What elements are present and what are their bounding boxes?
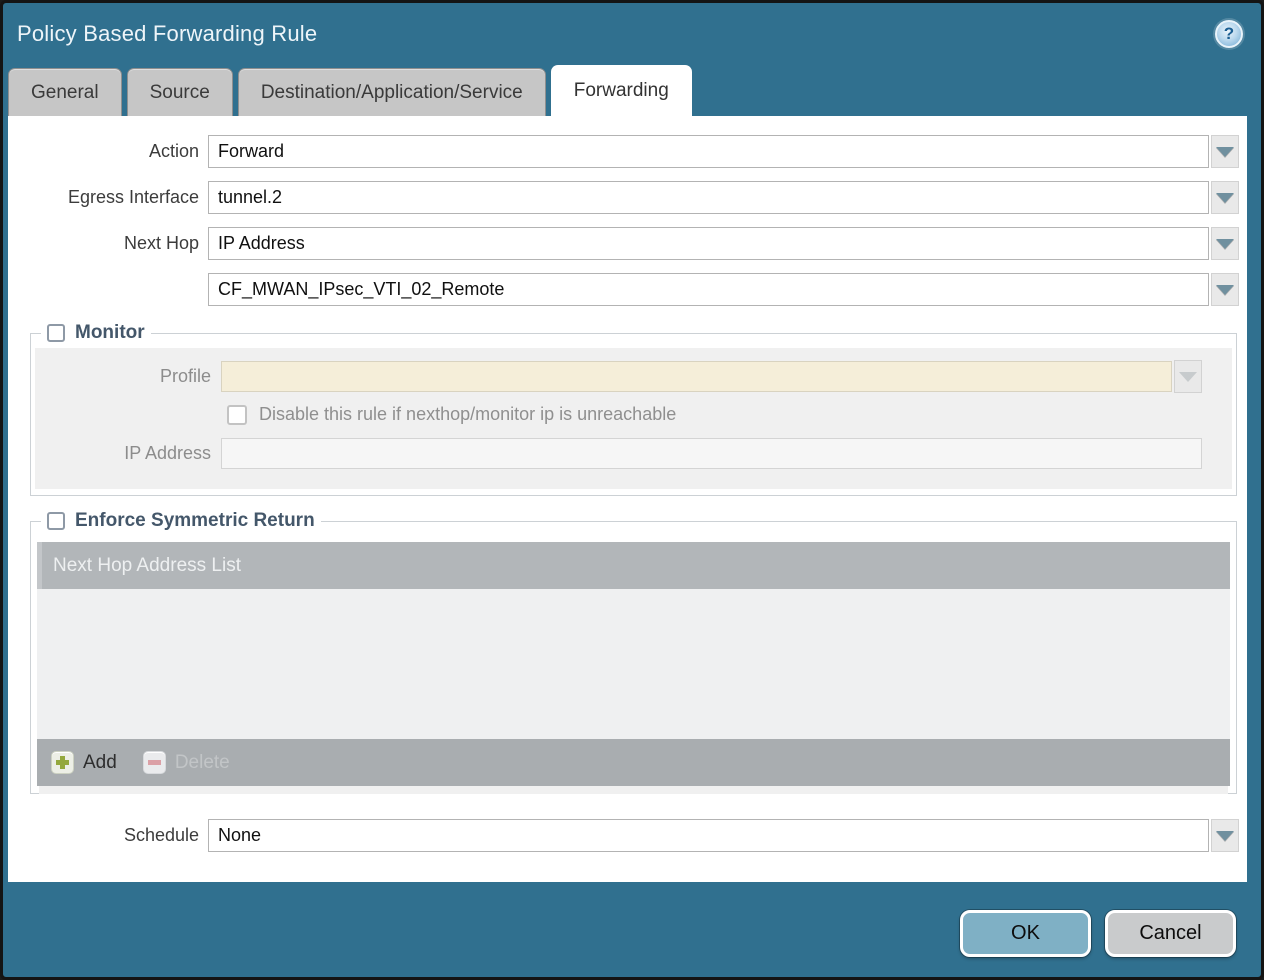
profile-label: Profile — [35, 366, 221, 387]
chevron-down-icon — [1216, 147, 1234, 157]
chevron-down-icon — [1216, 831, 1234, 841]
next-hop-address-list-body[interactable] — [37, 589, 1230, 739]
profile-row: Profile — [35, 360, 1202, 393]
delete-button: Delete — [143, 751, 230, 774]
next-hop-address-dropdown-button[interactable] — [1211, 273, 1239, 306]
action-label: Action — [8, 141, 208, 162]
disable-rule-row: Disable this rule if nexthop/monitor ip … — [227, 404, 1232, 425]
tab-bar: General Source Destination/Application/S… — [3, 65, 1261, 116]
forwarding-tab-panel: Action Forward Egress Interface tunnel.2 — [8, 116, 1247, 882]
disable-rule-checkbox — [227, 405, 247, 425]
disable-rule-label: Disable this rule if nexthop/monitor ip … — [259, 404, 676, 425]
schedule-label: Schedule — [8, 825, 208, 846]
next-hop-value: IP Address — [218, 233, 305, 254]
dialog-footer: OK Cancel — [3, 882, 1261, 957]
egress-interface-select[interactable]: tunnel.2 — [208, 181, 1209, 214]
minus-icon — [143, 751, 166, 774]
enforce-symmetric-return-legend: Enforce Symmetric Return — [41, 510, 321, 532]
cancel-button[interactable]: Cancel — [1105, 910, 1236, 957]
monitor-ip-address-label: IP Address — [35, 443, 221, 464]
chevron-down-icon — [1216, 285, 1234, 295]
chevron-down-icon — [1216, 193, 1234, 203]
table-bottom-strip — [39, 786, 1228, 794]
egress-interface-row: Egress Interface tunnel.2 — [8, 181, 1239, 214]
add-button-label: Add — [83, 752, 117, 774]
delete-button-label: Delete — [175, 752, 230, 774]
tab-general[interactable]: General — [8, 68, 122, 116]
monitor-checkbox[interactable] — [47, 324, 65, 342]
schedule-row: Schedule None — [8, 819, 1239, 852]
enforce-symmetric-return-section: Enforce Symmetric Return Next Hop Addres… — [30, 510, 1237, 794]
monitor-panel: Profile Disable this rule if nexthop/mon… — [35, 348, 1232, 489]
egress-interface-value: tunnel.2 — [218, 187, 282, 208]
enforce-symmetric-return-legend-label: Enforce Symmetric Return — [75, 510, 315, 532]
chevron-down-icon — [1179, 372, 1197, 382]
monitor-legend-label: Monitor — [75, 322, 145, 344]
next-hop-address-row: CF_MWAN_IPsec_VTI_02_Remote — [8, 273, 1239, 306]
next-hop-address-list-header: Next Hop Address List — [37, 542, 1230, 589]
tab-forwarding[interactable]: Forwarding — [551, 65, 692, 116]
plus-icon — [51, 751, 74, 774]
monitor-ip-address-row: IP Address — [35, 438, 1202, 469]
profile-select — [221, 361, 1172, 392]
schedule-select[interactable]: None — [208, 819, 1209, 852]
schedule-dropdown-button[interactable] — [1211, 819, 1239, 852]
action-row: Action Forward — [8, 135, 1239, 168]
next-hop-select[interactable]: IP Address — [208, 227, 1209, 260]
next-hop-address-value: CF_MWAN_IPsec_VTI_02_Remote — [218, 279, 504, 300]
egress-interface-dropdown-button[interactable] — [1211, 181, 1239, 214]
next-hop-row: Next Hop IP Address — [8, 227, 1239, 260]
action-dropdown-button[interactable] — [1211, 135, 1239, 168]
profile-dropdown-button — [1174, 360, 1202, 393]
enforce-symmetric-return-checkbox[interactable] — [47, 512, 65, 530]
dialog-titlebar: Policy Based Forwarding Rule ? — [3, 3, 1261, 65]
action-select[interactable]: Forward — [208, 135, 1209, 168]
next-hop-address-list-footer: Add Delete — [37, 739, 1230, 786]
next-hop-label: Next Hop — [8, 233, 208, 254]
schedule-value: None — [218, 825, 261, 846]
egress-interface-label: Egress Interface — [8, 187, 208, 208]
chevron-down-icon — [1216, 239, 1234, 249]
next-hop-address-select[interactable]: CF_MWAN_IPsec_VTI_02_Remote — [208, 273, 1209, 306]
tab-destination-application-service[interactable]: Destination/Application/Service — [238, 68, 546, 116]
next-hop-dropdown-button[interactable] — [1211, 227, 1239, 260]
next-hop-address-list-header-label: Next Hop Address List — [53, 555, 241, 577]
tab-source[interactable]: Source — [127, 68, 233, 116]
help-icon[interactable]: ? — [1215, 20, 1243, 48]
policy-based-forwarding-rule-dialog: Policy Based Forwarding Rule ? General S… — [0, 0, 1264, 980]
monitor-ip-address-input — [221, 438, 1202, 469]
next-hop-address-list-table: Next Hop Address List Add Delete — [37, 542, 1230, 794]
action-value: Forward — [218, 141, 284, 162]
monitor-section: Monitor Profile Disable this rule if nex… — [30, 322, 1237, 496]
monitor-legend: Monitor — [41, 322, 151, 344]
add-button[interactable]: Add — [51, 751, 117, 774]
ok-button[interactable]: OK — [960, 910, 1091, 957]
dialog-title: Policy Based Forwarding Rule — [17, 21, 317, 47]
